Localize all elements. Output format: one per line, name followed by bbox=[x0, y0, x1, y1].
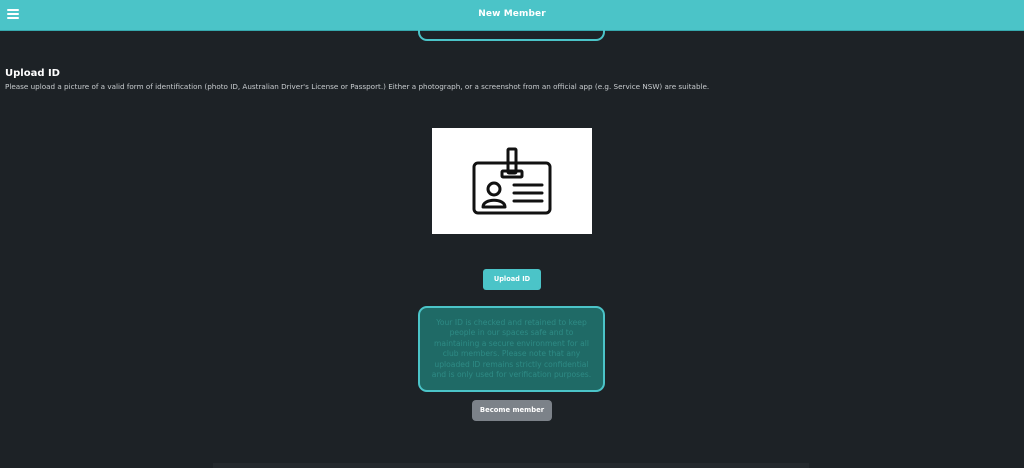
upload-id-heading: Upload ID bbox=[5, 68, 60, 79]
upload-id-description: Please upload a picture of a valid form … bbox=[5, 82, 710, 91]
id-card-image bbox=[432, 128, 592, 234]
id-card-icon bbox=[472, 147, 552, 215]
page-title: New Member bbox=[478, 9, 546, 19]
become-member-button[interactable]: Become member bbox=[472, 400, 552, 421]
previous-section-card bbox=[418, 20, 605, 41]
privacy-notice-text: Your ID is checked and retained to keep … bbox=[431, 318, 592, 380]
upload-id-button[interactable]: Upload ID bbox=[483, 269, 541, 290]
privacy-notice-card: Your ID is checked and retained to keep … bbox=[418, 306, 605, 392]
bottom-divider bbox=[213, 463, 809, 468]
app-root: New Member Upload ID Please upload a pic… bbox=[0, 0, 1024, 468]
